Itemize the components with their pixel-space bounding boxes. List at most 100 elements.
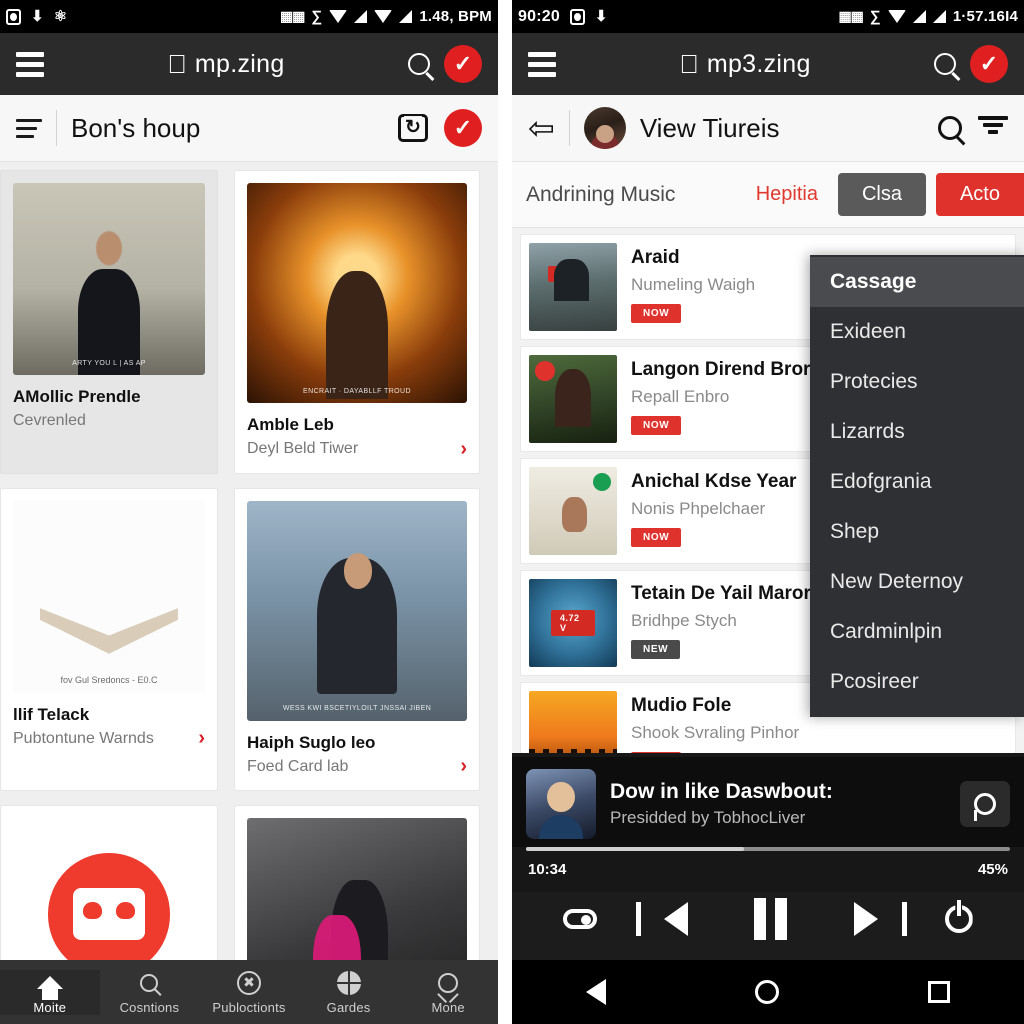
track-thumbnail <box>529 355 617 443</box>
pin-icon[interactable] <box>960 781 1010 827</box>
card-title: llif Telack <box>13 704 90 724</box>
nav-item-moite[interactable]: Moite <box>0 969 100 1015</box>
tab-hepitia[interactable]: Hepitia <box>746 183 828 206</box>
nav-item-gardes[interactable]: Gardes <box>299 970 399 1015</box>
hash-icon: ▦▦ <box>838 8 863 24</box>
status-badge: NOW <box>631 528 682 548</box>
track-subtitle: Bridhpe Stych <box>631 610 737 630</box>
divider <box>568 110 570 146</box>
refresh-search-icon[interactable] <box>398 114 428 142</box>
dropdown-item-new-deternoy[interactable]: New Deternoy <box>810 557 1024 607</box>
card-thumbnail: ENCRAIT · DAYABLLF TROUD <box>247 183 467 403</box>
sort-menu-icon[interactable] <box>16 118 42 138</box>
dual-phone-screenshot: ⬇ ⚛ ▦▦ ∑ 1.48, BPM  mp.zing ✓ <box>0 0 1024 1024</box>
record-dot-icon <box>535 361 555 381</box>
player-track-title: Dow in like Daswbout: <box>610 780 833 803</box>
thumb-caption: fov Gul Sredoncs - E0.C <box>60 674 158 685</box>
track-title: Mudio Fole <box>631 695 732 716</box>
apple-icon:  <box>167 51 187 77</box>
app-brand-title: mp.zing <box>185 49 284 78</box>
content-card-grid: ARTY YOU L | AS AP AMollic Prendle Cevre… <box>0 162 498 1024</box>
track-thumbnail: 4.72 V <box>529 579 617 667</box>
dropdown-item-edofgrania[interactable]: Edofgrania <box>810 457 1024 507</box>
filter-icon[interactable] <box>978 116 1008 140</box>
dropdown-menu: Cassage Exideen Protecies Lizarrds Edofg… <box>810 255 1024 717</box>
divider <box>56 110 57 146</box>
wifi2-icon <box>374 10 393 23</box>
right-app-bar:  mp3.zing ✓ <box>512 33 1024 95</box>
thumb-chip: 4.72 V <box>551 610 595 636</box>
signal2-icon <box>932 10 946 23</box>
avatar[interactable] <box>583 107 626 149</box>
track-subtitle: Shook Svraling Pinhor <box>631 722 800 742</box>
card-title: AMollic Prendle <box>13 387 141 406</box>
content-card[interactable]: fov Gul Sredoncs - E0.C llif Telack Pubt… <box>0 487 218 792</box>
home-icon[interactable] <box>754 980 779 1004</box>
chevron-right-icon[interactable]: › <box>198 728 205 748</box>
wifi-icon <box>329 10 348 23</box>
player-elapsed-time: 10:34 <box>528 861 567 878</box>
player-progress-bar[interactable] <box>526 847 1010 851</box>
dropdown-item-cardminlpin[interactable]: Cardminlpin <box>810 607 1024 657</box>
card-thumbnail: fov Gul Sredoncs - E0.C <box>13 500 205 693</box>
card-title: Amble Leb <box>247 415 334 434</box>
verified-dot-icon <box>593 473 611 491</box>
search-icon[interactable] <box>408 53 430 75</box>
check-badge-icon-2[interactable]: ✓ <box>444 109 482 147</box>
search-icon[interactable] <box>934 53 956 75</box>
power-icon[interactable] <box>944 903 973 935</box>
card-subtitle: Deyl Beld Tiwer <box>247 439 359 457</box>
back-arrow-icon[interactable]: ⇦ <box>528 112 555 144</box>
vibrate-icon: ∑ <box>869 8 881 25</box>
nav-label: Moite <box>33 999 67 1015</box>
chevron-right-icon[interactable]: › <box>460 756 467 776</box>
check-badge-icon[interactable]: ✓ <box>970 45 1008 83</box>
track-thumbnail <box>529 467 617 555</box>
dropdown-item-protecies[interactable]: Protecies <box>810 357 1024 407</box>
camera-icon <box>569 8 585 25</box>
content-card[interactable]: ENCRAIT · DAYABLLF TROUD Amble Leb Deyl … <box>234 170 480 474</box>
tab-clsa-button[interactable]: Clsa <box>837 173 926 216</box>
dropdown-item-lizarrds[interactable]: Lizarrds <box>810 407 1024 457</box>
menu-icon[interactable] <box>16 51 44 77</box>
card-subtitle: Cevrenled <box>13 411 86 429</box>
nav-item-cosntions[interactable]: Cosntions <box>100 970 200 1015</box>
dropdown-item-cassage[interactable]: Cassage <box>810 257 1024 307</box>
content-card[interactable]: ARTY YOU L | AS AP AMollic Prendle Cevre… <box>0 170 218 474</box>
back-icon[interactable] <box>586 979 607 1005</box>
nav-item-publoctionts[interactable]: ✖ Publoctionts <box>199 970 299 1015</box>
dropdown-item-pcosireer[interactable]: Pcosireer <box>810 657 1024 707</box>
thumb-caption: ARTY YOU L | AS AP <box>72 359 146 367</box>
menu-icon[interactable] <box>528 51 556 77</box>
panel-separator <box>498 0 512 1024</box>
apple-icon:  <box>679 51 699 77</box>
shuffle-icon[interactable] <box>563 909 598 929</box>
nav-item-mone[interactable]: Mone <box>398 970 498 1015</box>
recents-icon[interactable] <box>927 981 950 1003</box>
left-phone-panel: ⬇ ⚛ ▦▦ ∑ 1.48, BPM  mp.zing ✓ <box>0 0 498 1024</box>
download-icon: ⬇ <box>31 8 44 25</box>
dropdown-item-exideen[interactable]: Exideen <box>810 307 1024 357</box>
card-title: Haiph Suglo leo <box>247 732 376 752</box>
tab-acto-button[interactable]: Acto <box>935 173 1024 216</box>
card-thumbnail: ARTY YOU L | AS AP <box>13 183 205 375</box>
card-thumbnail: WESS KWI BSCETIYLOILT JNSSAI JIBEN <box>247 500 467 721</box>
bluetooth-icon: ⚛ <box>53 8 68 25</box>
content-card[interactable]: WESS KWI BSCETIYLOILT JNSSAI JIBEN Haiph… <box>234 487 480 792</box>
player-controls <box>512 892 1024 960</box>
chevron-right-icon[interactable]: › <box>460 439 467 459</box>
dropdown-item-shep[interactable]: Shep <box>810 507 1024 557</box>
left-status-time: 1.48, BPM <box>419 8 492 25</box>
search-icon[interactable] <box>938 116 962 140</box>
android-navigation-bar <box>512 960 1024 1024</box>
thumb-caption: WESS KWI BSCETIYLOILT JNSSAI JIBEN <box>282 705 432 713</box>
wifi-icon <box>887 10 906 23</box>
pause-icon[interactable] <box>754 898 788 940</box>
next-icon[interactable] <box>854 902 908 936</box>
camera-icon <box>6 8 21 25</box>
download-icon: ⬇ <box>594 8 608 25</box>
track-title: Tetain De Yail Maror <box>631 583 811 604</box>
panda-logo-icon <box>47 852 171 976</box>
check-badge-icon[interactable]: ✓ <box>444 45 482 83</box>
previous-icon[interactable] <box>635 902 688 936</box>
